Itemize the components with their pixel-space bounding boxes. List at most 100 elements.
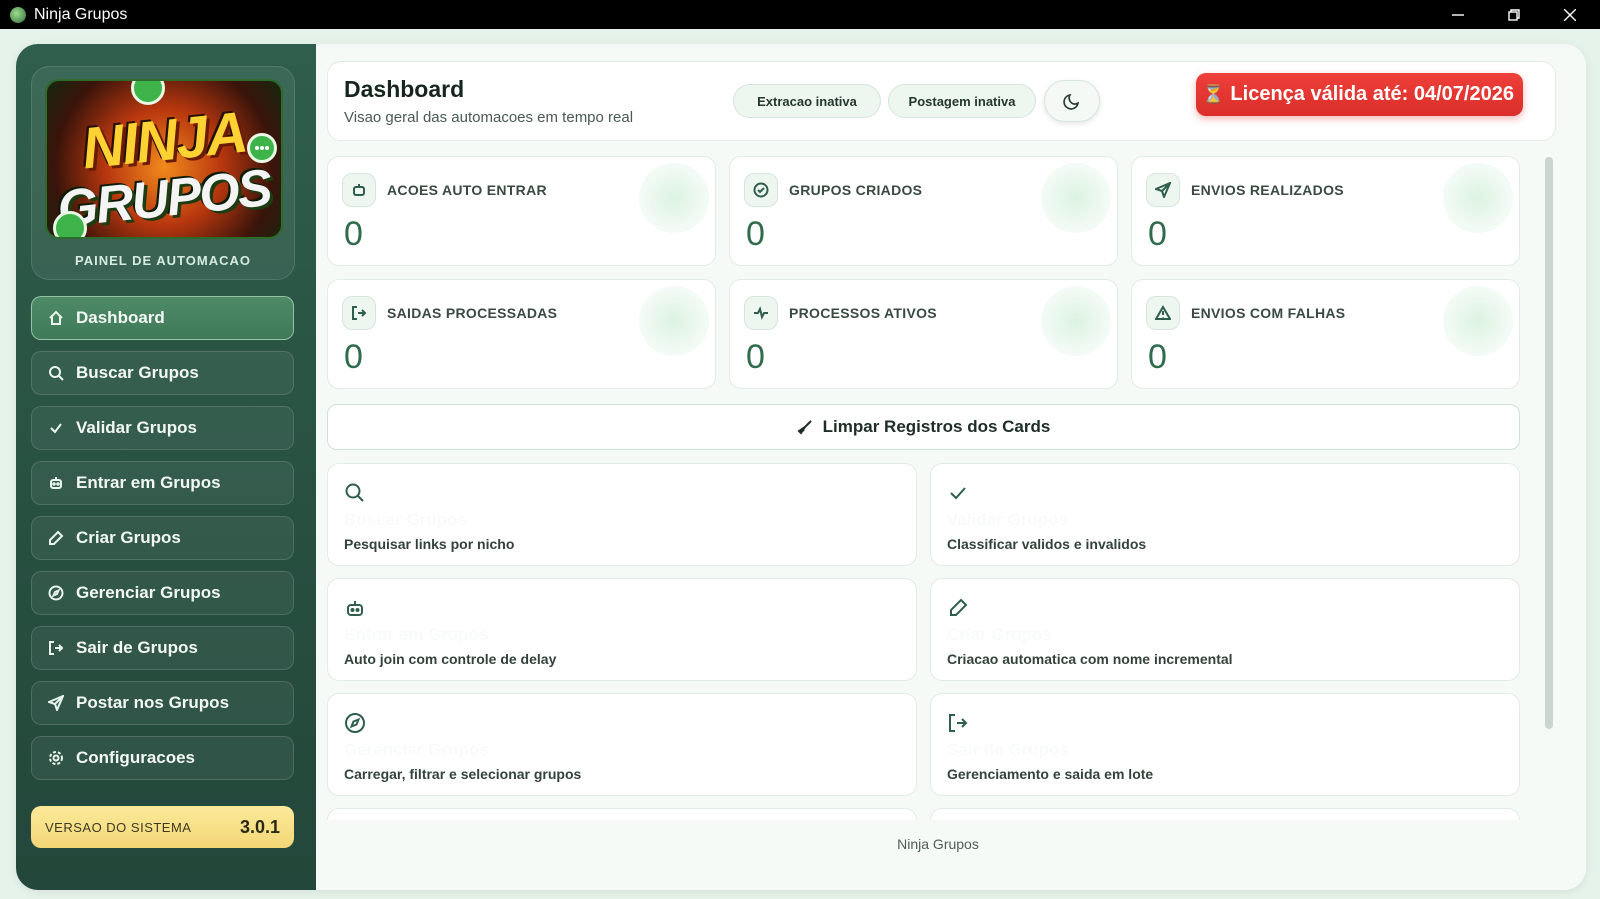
stat-label: ENVIOS COM FALHAS <box>1191 305 1346 321</box>
ninja-grupos-logo: NINJA GRUPOS <box>45 79 283 239</box>
stat-card-saidas-processadas: SAIDAS PROCESSADAS 0 <box>327 279 716 389</box>
sidebar-item-dashboard[interactable]: Dashboard <box>31 296 294 340</box>
stat-card-grupos-criados: GRUPOS CRIADOS 0 <box>729 156 1118 266</box>
gear-icon <box>49 751 63 765</box>
stat-label: ACOES AUTO ENTRAR <box>387 182 547 198</box>
restore-icon <box>1508 8 1520 21</box>
hourglass-icon: ⏳ <box>1202 84 1225 104</box>
sidebar-item-label: Dashboard <box>76 308 165 327</box>
sidebar-item-label: Gerenciar Grupos <box>76 583 221 602</box>
stat-card-envios-com-falhas: ENVIOS COM FALHAS 0 <box>1131 279 1520 389</box>
stat-value: 0 <box>746 338 765 376</box>
feature-card-validar-grupos[interactable]: Validar Grupos Classificar validos e inv… <box>930 463 1520 566</box>
stat-value: 0 <box>746 215 765 253</box>
sidebar-item-label: Entrar em Grupos <box>76 473 221 492</box>
stat-value: 0 <box>344 215 363 253</box>
stat-value: 0 <box>1148 215 1167 253</box>
compass-icon <box>48 585 64 601</box>
robot-icon <box>347 601 363 616</box>
feature-card-entrar-em-grupos[interactable]: Entrar em Grupos Auto join com controle … <box>327 578 917 681</box>
app-icon <box>10 6 26 23</box>
window-titlebar: Ninja Grupos <box>0 0 1600 29</box>
pen-icon <box>950 598 968 616</box>
group-icon <box>53 211 87 237</box>
brand-panel: NINJA GRUPOS PAINEL DE AUTOMACAO <box>31 66 295 280</box>
dashboard-scroll-area[interactable]: ACOES AUTO ENTRAR 0 GRUPOS CRIADOS 0 ENV… <box>327 156 1522 820</box>
robot-icon <box>353 184 365 196</box>
feature-description: Carregar, filtrar e selecionar grupos <box>344 766 582 782</box>
restore-button[interactable] <box>1486 0 1542 29</box>
stat-label: SAIDAS PROCESSADAS <box>387 305 558 321</box>
minimize-button[interactable] <box>1430 0 1486 29</box>
window-title: Ninja Grupos <box>34 5 128 23</box>
page-subtitle: Visao geral das automacoes em tempo real <box>344 109 634 126</box>
version-label: VERSAO DO SISTEMA <box>45 819 192 835</box>
license-text: Licença válida até: 04/07/2026 <box>1230 83 1514 105</box>
posting-status-pill[interactable]: Postagem inativa <box>888 84 1036 118</box>
feature-card-sair-de-grupos[interactable]: Sair de Grupos Gerenciamento e saida em … <box>930 693 1520 796</box>
sidebar-item-validar-grupos[interactable]: Validar Grupos <box>31 406 294 450</box>
logout-icon <box>949 714 968 732</box>
feature-title: Buscar Grupos <box>344 510 467 529</box>
broom-icon <box>797 420 812 435</box>
search-icon <box>49 366 64 381</box>
stat-label: ENVIOS REALIZADOS <box>1191 182 1344 198</box>
sidebar-item-sair-de-grupos[interactable]: Sair de Grupos <box>31 626 294 670</box>
moon-icon <box>1063 93 1080 110</box>
clear-cards-button[interactable]: Limpar Registros dos Cards <box>327 404 1520 450</box>
home-icon <box>49 310 63 325</box>
system-version-badge: VERSAO DO SISTEMA 3.0.1 <box>31 806 294 848</box>
footer-text: Ninja Grupos <box>897 836 979 852</box>
sidebar: NINJA GRUPOS PAINEL DE AUTOMACAO Dashboa… <box>16 44 316 890</box>
stat-value: 0 <box>1148 338 1167 376</box>
logout-icon <box>352 306 367 320</box>
sidebar-item-label: Configuracoes <box>76 748 196 767</box>
feature-description: Criacao automatica com nome incremental <box>947 651 1233 667</box>
feature-card-gerenciar-grupos[interactable]: Gerenciar Grupos Carregar, filtrar e sel… <box>327 693 917 796</box>
warning-icon <box>1155 305 1171 320</box>
feature-card-partial[interactable] <box>930 808 1520 820</box>
feature-description: Auto join com controle de delay <box>344 651 557 667</box>
close-button[interactable] <box>1542 0 1598 29</box>
feature-card-criar-grupos[interactable]: Criar Grupos Criacao automatica com nome… <box>930 578 1520 681</box>
logout-icon <box>49 641 64 655</box>
feature-card-buscar-grupos[interactable]: Buscar Grupos Pesquisar links por nicho <box>327 463 917 566</box>
send-icon <box>1155 182 1171 198</box>
license-badge: ⏳ Licença válida até: 04/07/2026 <box>1196 73 1523 116</box>
sidebar-item-label: Criar Grupos <box>76 528 181 547</box>
minimize-icon <box>1452 13 1464 16</box>
check-icon <box>50 423 62 434</box>
send-icon <box>48 695 64 711</box>
close-icon <box>1564 8 1576 21</box>
clear-cards-label: Limpar Registros dos Cards <box>822 417 1051 436</box>
feature-description: Gerenciamento e saida em lote <box>947 766 1154 782</box>
feature-title: Gerenciar Grupos <box>344 740 489 759</box>
sidebar-item-label: Sair de Grupos <box>76 638 198 657</box>
theme-toggle-button[interactable] <box>1044 80 1100 122</box>
feature-description: Pesquisar links por nicho <box>344 536 515 552</box>
chat-bubble-icon <box>247 133 277 163</box>
sidebar-item-gerenciar-grupos[interactable]: Gerenciar Grupos <box>31 571 294 615</box>
scrollbar-thumb[interactable] <box>1545 157 1553 729</box>
page-title: Dashboard <box>344 76 465 102</box>
sidebar-item-configuracoes[interactable]: Configuracoes <box>31 736 294 780</box>
extraction-status-pill[interactable]: Extracao inativa <box>733 84 881 118</box>
sidebar-item-buscar-grupos[interactable]: Buscar Grupos <box>31 351 294 395</box>
stat-card-envios-realizados: ENVIOS REALIZADOS 0 <box>1131 156 1520 266</box>
feature-card-partial[interactable] <box>327 808 917 820</box>
version-number: 3.0.1 <box>239 816 280 837</box>
brand-subtitle: PAINEL DE AUTOMACAO <box>75 253 251 268</box>
stat-card-processos-ativos: PROCESSOS ATIVOS 0 <box>729 279 1118 389</box>
main-content: Dashboard Visao geral das automacoes em … <box>316 44 1586 890</box>
stat-card-acoes-auto-entrar: ACOES AUTO ENTRAR 0 <box>327 156 716 266</box>
stat-label: GRUPOS CRIADOS <box>789 182 923 198</box>
sidebar-item-criar-grupos[interactable]: Criar Grupos <box>31 516 294 560</box>
activity-icon <box>754 306 768 320</box>
check-icon <box>950 487 966 500</box>
feature-title: Sair de Grupos <box>947 740 1069 759</box>
sidebar-item-entrar-em-grupos[interactable]: Entrar em Grupos <box>31 461 294 505</box>
feature-description: Classificar validos e invalidos <box>947 536 1147 552</box>
sidebar-item-postar-nos-grupos[interactable]: Postar nos Grupos <box>31 681 294 725</box>
feature-title: Validar Grupos <box>947 510 1068 529</box>
sidebar-item-label: Postar nos Grupos <box>76 693 230 712</box>
